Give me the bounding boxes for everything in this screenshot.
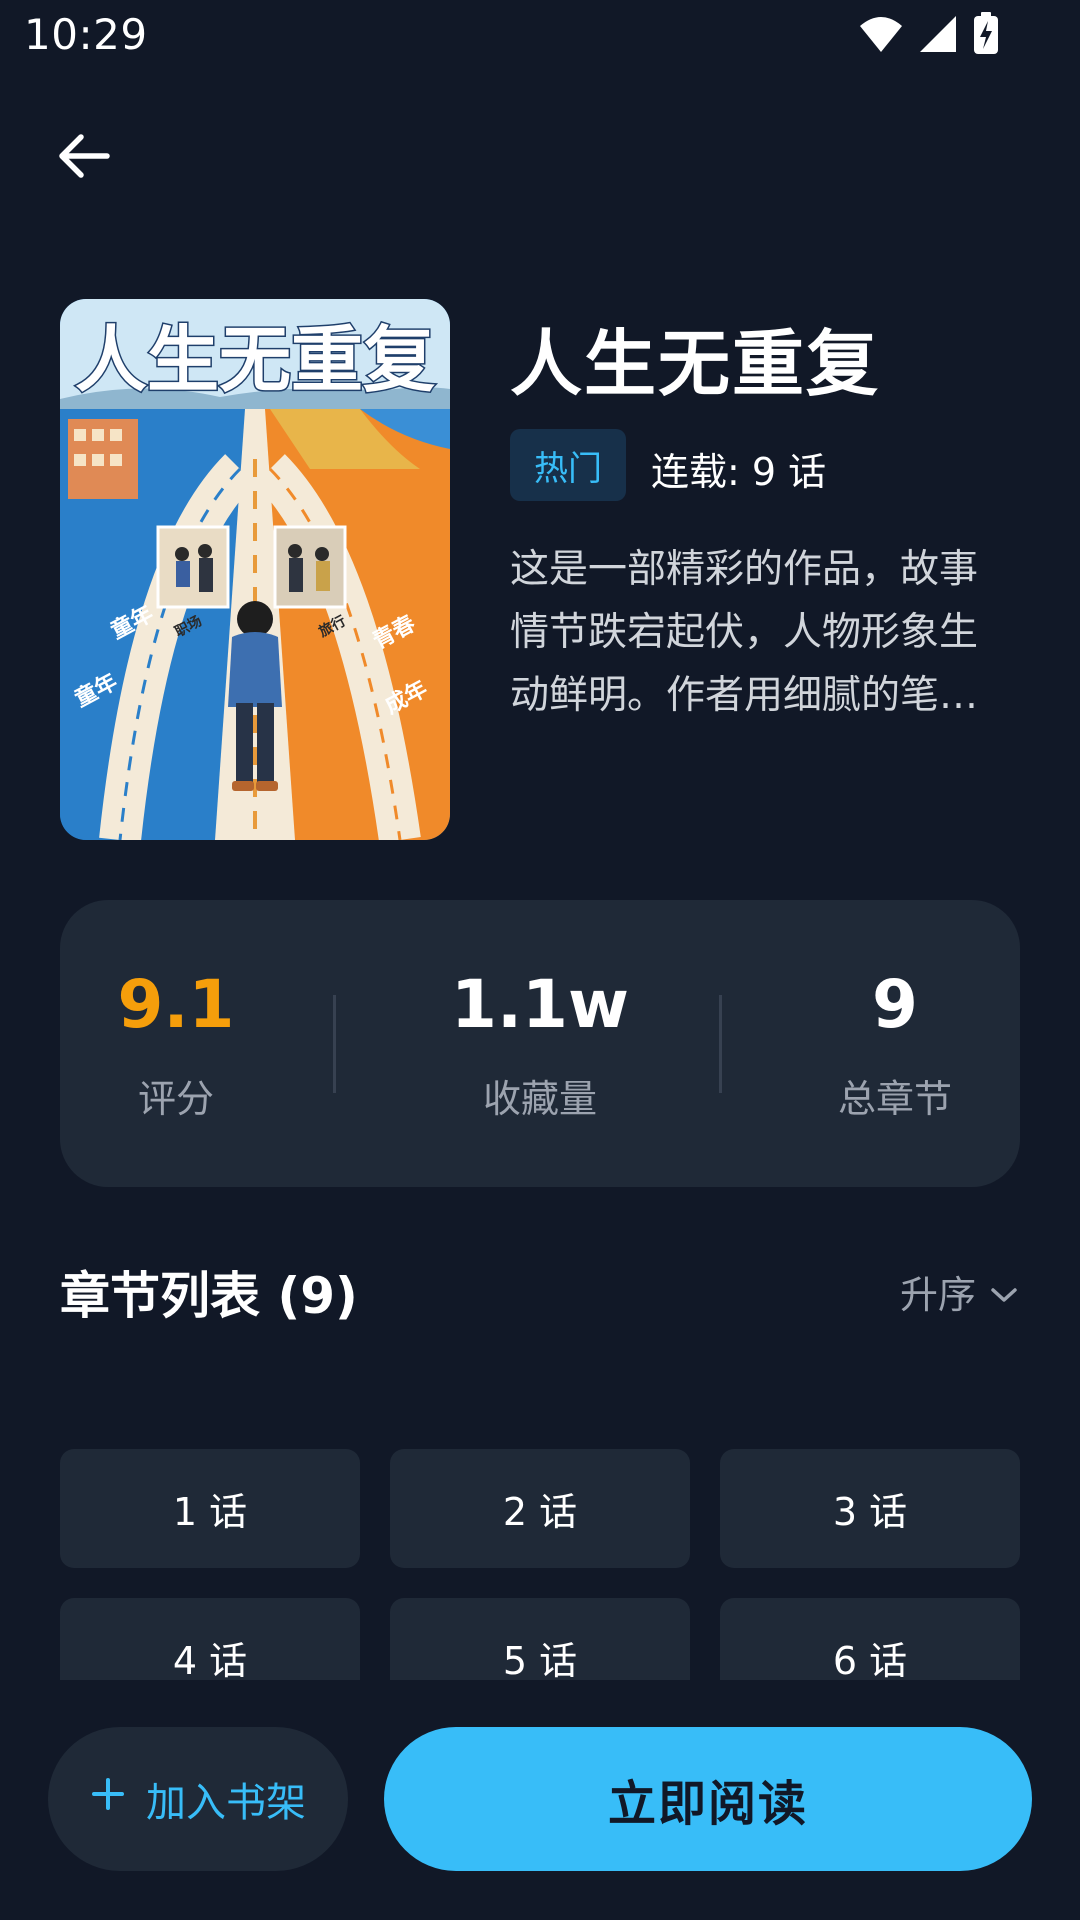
status-icons	[858, 12, 1000, 56]
chapter-button[interactable]: 3 话	[720, 1449, 1020, 1568]
stats-card: 9.1 评分 1.1w 收藏量 9 总章节	[60, 900, 1020, 1187]
serial-status: 连载: 9 话	[651, 450, 827, 494]
arrow-left-icon	[57, 129, 111, 187]
book-cover[interactable]: 童年 童年 成年 青春 职场 旅行 人生无重复	[60, 299, 450, 840]
stat-divider	[333, 995, 336, 1093]
chapter-button[interactable]: 5 话	[390, 1598, 690, 1680]
status-bar: 10:29	[0, 0, 1080, 72]
cover-title: 人生无重复	[75, 318, 435, 402]
chevron-down-icon	[990, 1270, 1018, 1314]
chapter-button[interactable]: 2 话	[390, 1449, 690, 1568]
favorites-label: 收藏量	[482, 1077, 597, 1121]
chapter-button[interactable]: 1 话	[60, 1449, 360, 1568]
rating-value: 9.1	[117, 966, 235, 1043]
add-to-shelf-button[interactable]: 加入书架	[48, 1727, 348, 1871]
stat-favorites: 1.1w 收藏量	[440, 970, 640, 1123]
book-detail-screen: 10:29 童年 童年 成年 青春 职场 旅行 人生无重复 人生无重复 热门 连…	[0, 0, 1080, 1920]
back-button[interactable]	[44, 118, 124, 198]
sort-label: 升序	[899, 1273, 976, 1317]
favorites-value: 1.1w	[451, 966, 629, 1043]
chapter-list-title: 章节列表 (9)	[60, 1267, 358, 1325]
chapter-grid: 1 话 2 话 3 话 4 话 5 话 6 话 7 话 8 话 9 话	[60, 1449, 1020, 1680]
book-title: 人生无重复	[510, 322, 881, 406]
rating-label: 评分	[137, 1077, 214, 1121]
add-to-shelf-label: 加入书架	[146, 1780, 306, 1826]
chapter-button[interactable]: 6 话	[720, 1598, 1020, 1680]
battery-charging-icon	[972, 12, 1000, 56]
book-description[interactable]: 这是一部精彩的作品，故事情节跌宕起伏，人物形象生动鲜明。作者用细腻的笔触描绘了人…	[510, 538, 990, 728]
hot-tag: 热门	[510, 429, 626, 501]
stat-chapters: 9 总章节	[825, 970, 965, 1123]
chapters-label: 总章节	[837, 1077, 952, 1121]
stat-rating: 9.1 评分	[106, 970, 246, 1123]
status-time: 10:29	[24, 10, 148, 59]
chapter-button[interactable]: 4 话	[60, 1598, 360, 1680]
read-now-button[interactable]: 立即阅读	[384, 1727, 1032, 1871]
chapter-grid-scroll[interactable]: 1 话 2 话 3 话 4 话 5 话 6 话 7 话 8 话 9 话	[0, 1440, 1080, 1680]
chapters-value: 9	[872, 966, 918, 1043]
sort-dropdown[interactable]: 升序	[900, 1264, 1018, 1319]
plus-icon	[90, 1776, 126, 1822]
signal-icon	[918, 14, 958, 54]
wifi-icon	[858, 14, 904, 54]
stat-divider	[719, 995, 722, 1093]
